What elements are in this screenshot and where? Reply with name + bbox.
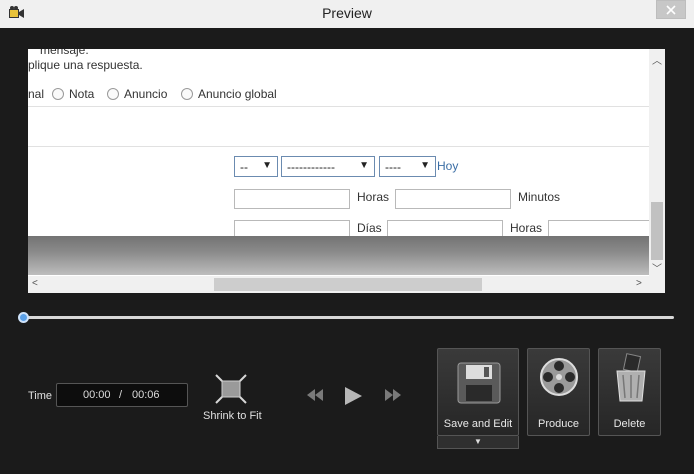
radio-nota-label: Nota (69, 87, 95, 101)
time-display: 00:00 / 00:06 (56, 383, 188, 407)
delete-label: Delete (613, 418, 646, 430)
hours-label-2: Horas (510, 221, 543, 235)
radio-anuncio[interactable] (107, 88, 119, 100)
hours-field[interactable] (234, 189, 350, 209)
today-link[interactable]: Hoy (437, 159, 458, 173)
dropdown-arrow-icon: ▼ (359, 160, 369, 171)
floppy-disk-icon (457, 362, 501, 404)
save-and-edit-label: Save and Edit (443, 418, 513, 430)
radio-nota[interactable] (52, 88, 64, 100)
message-text: mensaje. (40, 49, 89, 57)
shrink-to-fit-icon[interactable] (214, 373, 248, 405)
film-reel-icon (540, 358, 578, 396)
time-label: Time (28, 390, 53, 402)
title-bar: Preview (0, 0, 694, 28)
timeline-track[interactable] (24, 316, 674, 319)
divider (28, 146, 649, 147)
radio-prefix-text: nal (28, 87, 45, 101)
hours-label: Horas (357, 190, 390, 204)
preview-surface: mensaje. plique una respuesta. nal Nota … (28, 49, 665, 293)
current-time: 00:00 (83, 389, 111, 401)
minutes-field[interactable] (395, 189, 511, 209)
month-select[interactable]: ------------ ▼ (281, 156, 375, 177)
total-time: 00:06 (132, 389, 160, 401)
trash-can-icon (616, 353, 646, 402)
year-select[interactable]: ---- ▼ (379, 156, 436, 177)
shrink-to-fit-label: Shrink to Fit (203, 410, 262, 422)
day-select[interactable]: -- ▼ (234, 156, 278, 177)
scroll-left-icon[interactable]: < (32, 278, 38, 289)
minutes-label: Minutos (518, 190, 561, 204)
playhead-handle[interactable] (18, 312, 29, 323)
window-title: Preview (322, 5, 372, 21)
horizontal-scrollbar[interactable]: < > (28, 276, 665, 293)
reply-hint-text: plique una respuesta. (28, 58, 143, 72)
skip-forward-icon[interactable] (383, 388, 403, 402)
skip-back-icon[interactable] (305, 388, 325, 402)
divider (28, 106, 649, 107)
preview-overlay-band (28, 236, 649, 275)
close-button[interactable] (656, 0, 686, 19)
dropdown-arrow-icon: ▼ (262, 160, 272, 171)
radio-anuncio-global[interactable] (181, 88, 193, 100)
scroll-right-icon[interactable]: > (636, 278, 642, 289)
save-and-edit-button[interactable]: Save and Edit (437, 348, 519, 436)
produce-label: Produce (538, 418, 579, 430)
play-icon[interactable] (342, 385, 364, 407)
scroll-up-icon[interactable]: ︿ (652, 52, 662, 67)
dropdown-arrow-icon: ▼ (420, 160, 430, 171)
produce-button[interactable]: Produce (527, 348, 590, 436)
days-label: Días (357, 221, 382, 235)
time-separator: / (119, 389, 123, 401)
radio-anuncio-label: Anuncio (124, 87, 168, 101)
vertical-scrollbar[interactable]: ︿ ﹀ (649, 49, 665, 276)
radio-anuncio-global-label: Anuncio global (198, 87, 277, 101)
horizontal-scroll-thumb[interactable] (214, 278, 482, 291)
vertical-scroll-thumb[interactable] (651, 202, 663, 260)
scroll-down-icon[interactable]: ﹀ (652, 260, 662, 275)
close-icon (666, 5, 676, 15)
save-options-dropdown[interactable]: ▼ (437, 436, 519, 449)
delete-button[interactable]: Delete (598, 348, 661, 436)
